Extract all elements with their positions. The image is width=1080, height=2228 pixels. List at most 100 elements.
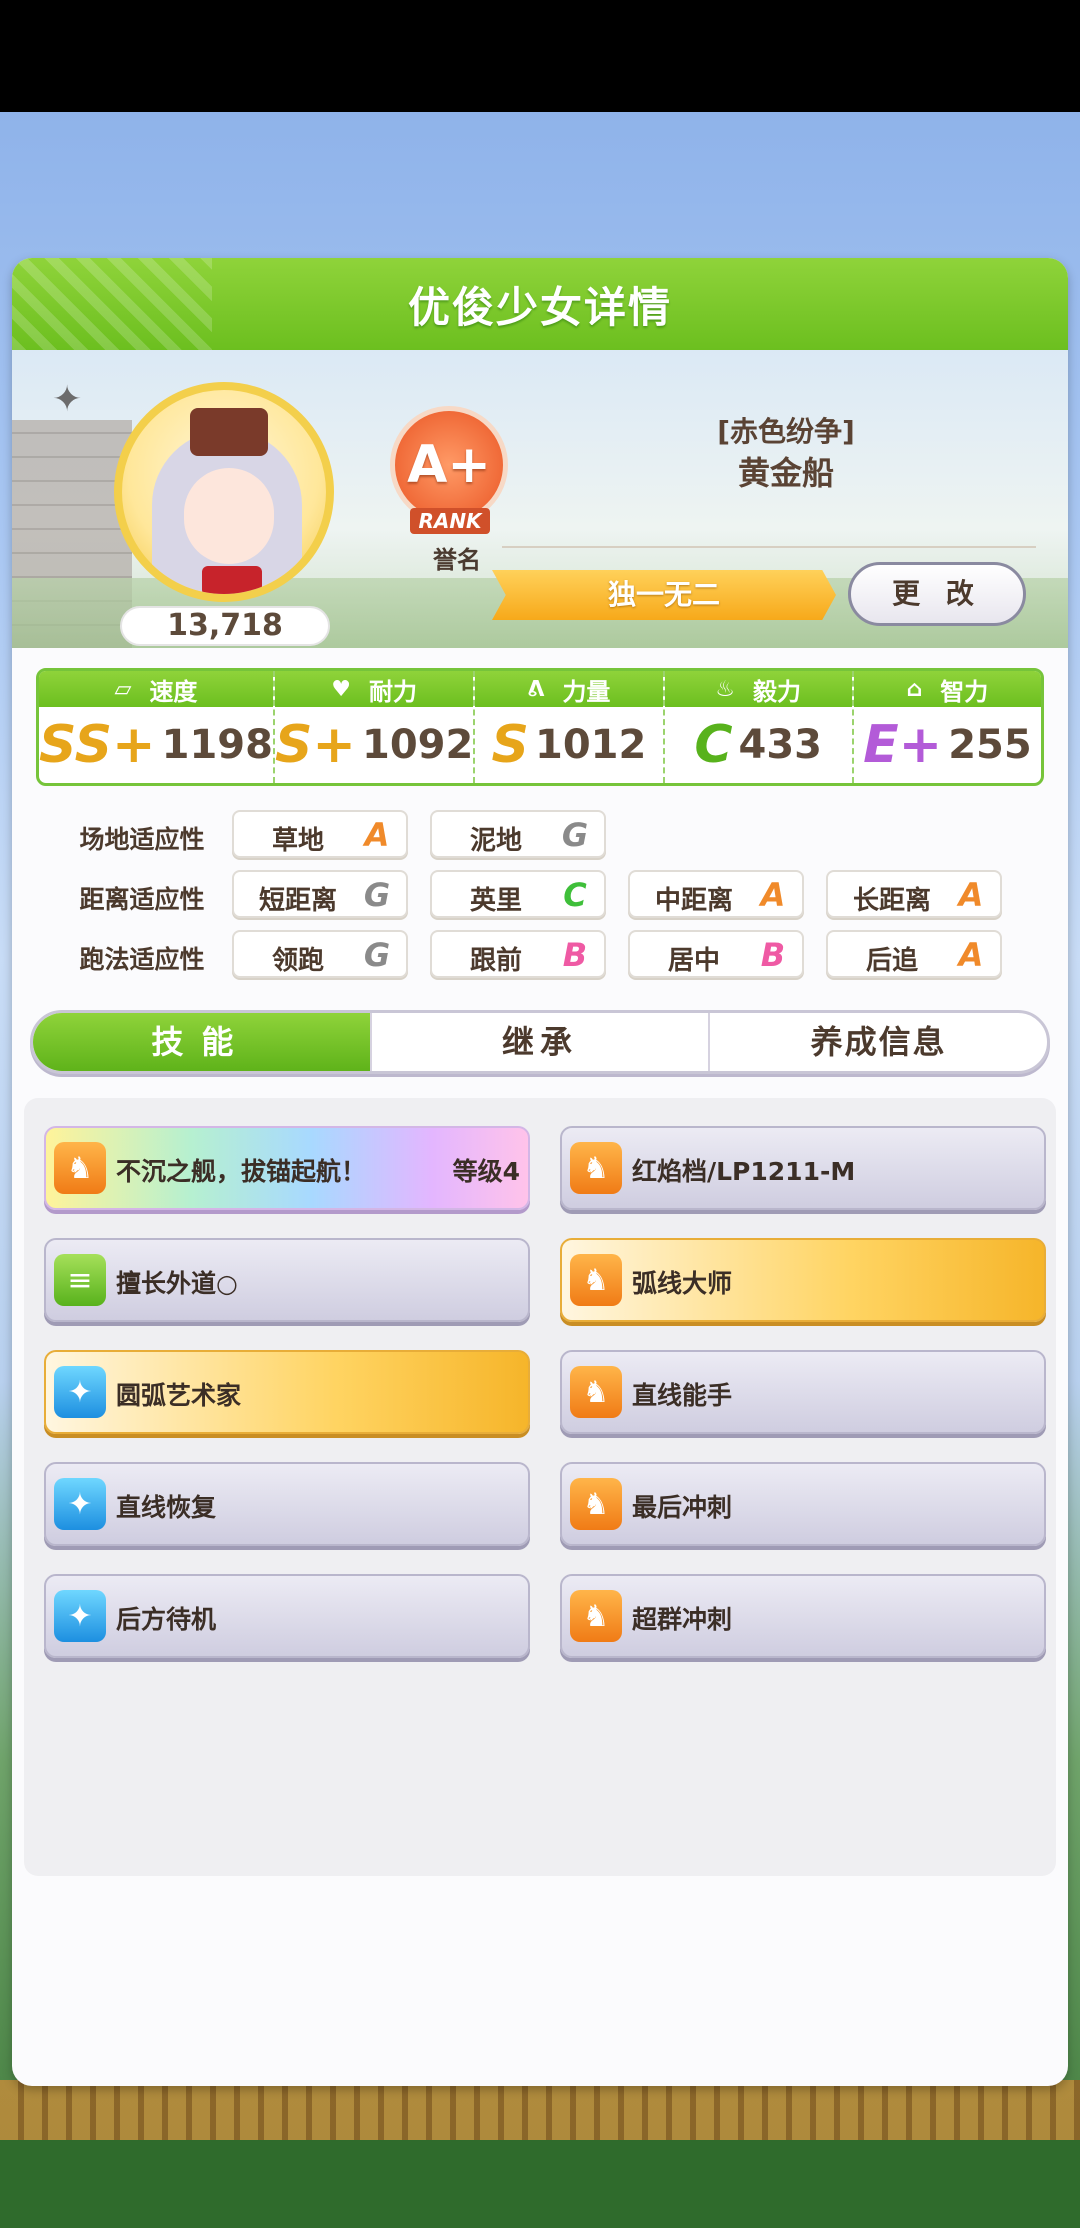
skill-name: 超群冲刺 [632,1605,733,1634]
running-horse-icon: ♞ [570,1590,622,1642]
stat-body: S 1012 [475,707,662,783]
avatar-hat [190,408,268,456]
aptitude-name: 居中 [667,946,720,976]
aptitude-grade: A [958,876,984,914]
aptitude-grade: G [363,936,391,974]
aptitude-grade: B [562,936,588,974]
sparkle-icon: ✦ [54,1366,106,1418]
panel-header: 优俊少女详情 [12,258,1068,350]
rank-label: RANK [410,508,490,534]
stat-label: 速度 [149,677,198,706]
stat-body: C 433 [665,707,852,783]
aptitude-grade: G [363,876,391,914]
stat-grade: C [694,715,733,775]
stat-body: SS+ 1198 [39,707,273,783]
tab-skills[interactable]: 技能 [33,1013,372,1071]
aptitude-cell: 后追 A [826,930,1002,978]
aptitude-cell: 跟前 B [430,930,606,978]
aptitude-grade: A [760,876,786,914]
aptitude-cell: 中距离 A [628,870,804,918]
skill-name: 直线恢复 [116,1493,217,1522]
distance-aptitude-row: 距离适应性 短距离 G 英里 C 中距离 A 长距离 A [52,870,1032,920]
stat-label: 力量 [562,677,611,706]
rank-badge: A+ [390,406,508,524]
track-aptitude-row: 场地适应性 草地 A 泥地 G [52,810,1032,860]
skill-name: 后方待机 [116,1605,217,1634]
stat-label: 毅力 [753,677,802,706]
stat-2: ᕕ 力量 S 1012 [475,671,665,783]
running-horse-icon: ♞ [570,1366,622,1418]
fan-count: 13,718 [120,606,330,646]
skill-card[interactable]: ✦ 圆弧艺术家 [44,1350,530,1434]
aptitude-label: 距离适应性 [79,885,205,914]
graduation-cap-icon: ⌂ [906,676,923,702]
document-icon: ≡ [54,1254,106,1306]
background-grass [0,2140,1080,2228]
stat-label: 智力 [940,677,989,706]
aptitude-cell: 居中 B [628,930,804,978]
rank-name: 誉名 [433,546,481,574]
stat-1: ♥ 耐力 S+ 1092 [274,671,476,783]
skills-list: ♞ 不沉之舰，拔锚起航！ 等级4 ♞ 红焰档/LP1211-M ≡ 擅长外道○ ♞ 弧线大师 ✦ 圆… [24,1098,1056,1876]
skill-card[interactable]: ♞ 超群冲刺 [560,1574,1046,1658]
skill-level: 等级4 [452,1157,520,1186]
skill-name: 不沉之舰，拔锚起航！ [116,1157,367,1186]
skill-card[interactable]: ♞ 最后冲刺 [560,1462,1046,1546]
avatar-face [184,468,274,564]
stat-value: 1198 [161,722,273,768]
skill-card[interactable]: ♞ 不沉之舰，拔锚起航！ 等级4 [44,1126,530,1210]
stat-body: S+ 1092 [275,707,473,783]
stat-value: 433 [738,722,823,768]
stat-body: E+ 255 [854,707,1041,783]
skill-name: 擅长外道○ [116,1269,238,1298]
detail-tabs: 技能 继承 养成信息 [30,1010,1050,1074]
skill-name: 最后冲刺 [632,1493,733,1522]
running-horse-icon: ♞ [570,1142,622,1194]
aptitude-label: 场地适应性 [79,825,205,854]
stat-3: ♨ 毅力 C 433 [664,671,854,783]
stat-label: 耐力 [369,677,417,706]
skill-card[interactable]: ♞ 直线能手 [560,1350,1046,1434]
stat-grade: S [491,715,529,775]
profile-section: ✦ 13,718 A+ RANK 誉名 [赤色纷争] 黄金船 独一无二 更 改 [12,350,1068,648]
sparkle-icon: ✦ [54,1478,106,1530]
stat-0: ▱ 速度 SS+ 1198 [39,671,275,783]
aptitude-grade: A [958,936,984,974]
skill-name: 圆弧艺术家 [116,1381,242,1410]
character-name: 黄金船 [737,454,834,492]
aptitude-label: 跑法适应性 [79,945,205,974]
aptitude-name: 泥地 [469,826,522,856]
aptitude-name: 英里 [469,886,522,916]
aptitude-cell: 领跑 G [232,930,408,978]
skill-card[interactable]: ≡ 擅长外道○ [44,1238,530,1322]
skill-card[interactable]: ♞ 红焰档/LP1211-M [560,1126,1046,1210]
flame-icon: ♨ [715,676,736,702]
aptitude-name: 跟前 [469,946,522,976]
aptitude-name: 后追 [865,946,918,976]
background-fence [0,2080,1080,2140]
aptitude-cell: 泥地 G [430,810,606,858]
character-avatar[interactable] [114,382,334,602]
stat-header: ♨ 毅力 [664,671,852,707]
stat-grade: SS+ [39,715,156,775]
tab-inheritance[interactable]: 继承 [372,1013,711,1071]
change-epithet-button[interactable]: 更 改 [848,562,1026,626]
stat-value: 1012 [534,722,647,768]
aptitude-grade: G [561,816,589,854]
stat-value: 255 [948,722,1032,768]
skill-card[interactable]: ♞ 弧线大师 [560,1238,1046,1322]
style-aptitude-row: 跑法适应性 领跑 G 跟前 B 居中 B 后追 A [52,930,1032,980]
skill-card[interactable]: ✦ 后方待机 [44,1574,530,1658]
stat-header: ⌂ 智力 [853,671,1041,707]
aptitude-cell: 草地 A [232,810,408,858]
skill-card[interactable]: ✦ 直线恢复 [44,1462,530,1546]
umamusume-detail-panel: 优俊少女详情 ✦ 13,718 A+ RANK 誉名 [赤色纷争] 黄金船 独一… [12,258,1068,2086]
status-bar [0,0,1080,112]
skill-name: 直线能手 [632,1381,733,1410]
stat-grade: E+ [863,715,943,775]
stat-header: ᕕ 力量 [475,671,663,707]
tab-training-info[interactable]: 养成信息 [710,1013,1047,1071]
divider [502,546,1036,548]
aptitude-grade: C [563,876,587,914]
avatar-bow [202,566,262,594]
